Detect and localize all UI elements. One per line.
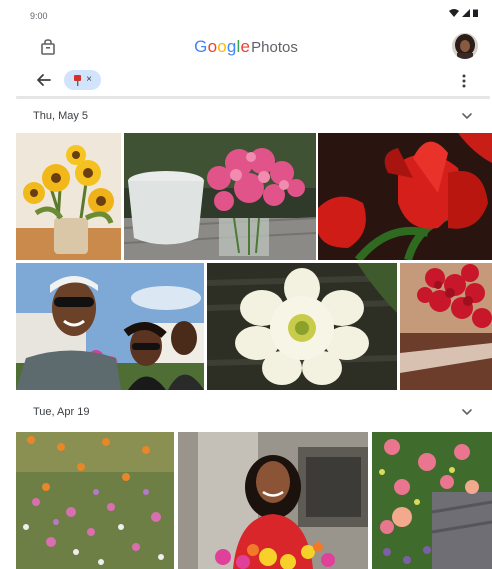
status-bar: 9:00 <box>0 0 492 30</box>
chevron-down-icon[interactable] <box>460 406 474 418</box>
photo-image <box>16 133 121 260</box>
filter-chip[interactable]: × <box>64 70 101 90</box>
photo-image <box>372 432 492 569</box>
photo-image <box>16 263 204 390</box>
photo-image <box>207 263 397 390</box>
photo-image <box>16 432 174 569</box>
logo-letter: e <box>240 37 251 56</box>
more-options-button[interactable] <box>456 71 472 91</box>
photo-woman-with-flowers[interactable] <box>178 432 368 569</box>
selection-toolbar: × <box>0 64 492 96</box>
arrow-back-icon <box>37 74 51 86</box>
photo-rose-garden[interactable] <box>372 432 492 569</box>
wifi-icon <box>449 9 459 17</box>
photo-white-flower[interactable] <box>207 263 397 390</box>
app-title: GooglePhotos <box>0 37 492 57</box>
avatar-image <box>452 33 478 59</box>
status-time: 9:00 <box>30 11 48 21</box>
status-icons <box>449 9 478 17</box>
date-header-1[interactable]: Thu, May 5 <box>16 102 490 130</box>
photo-sunflowers[interactable] <box>16 133 121 260</box>
app-bar: GooglePhotos <box>0 30 492 64</box>
pin-icon <box>74 74 82 86</box>
date-label: Tue, Apr 19 <box>33 406 90 418</box>
more-vert-icon <box>462 74 466 88</box>
photo-selfie-group[interactable] <box>16 263 204 390</box>
battery-icon <box>473 9 478 17</box>
photo-flower-field[interactable] <box>16 432 174 569</box>
photo-red-tulips[interactable] <box>318 133 492 260</box>
date-header-2[interactable]: Tue, Apr 19 <box>16 398 490 426</box>
back-button[interactable] <box>34 70 54 90</box>
photo-image <box>318 133 492 260</box>
chip-remove-icon[interactable]: × <box>86 75 92 85</box>
toolbar-divider <box>16 96 490 99</box>
google-logo: Google <box>194 37 250 56</box>
photo-red-roses[interactable] <box>400 263 492 390</box>
photo-image <box>178 432 368 569</box>
logo-letter: o <box>207 37 218 56</box>
logo-letter: g <box>226 37 237 56</box>
chevron-down-icon[interactable] <box>460 110 474 122</box>
photo-image <box>124 133 316 260</box>
photo-image <box>400 263 492 390</box>
logo-suffix: Photos <box>251 39 298 56</box>
account-avatar[interactable] <box>452 33 478 59</box>
logo-letter: o <box>217 37 227 56</box>
signal-icon <box>462 9 470 17</box>
photo-pink-flowers[interactable] <box>124 133 316 260</box>
logo-letter: G <box>194 37 208 56</box>
date-label: Thu, May 5 <box>33 110 89 122</box>
